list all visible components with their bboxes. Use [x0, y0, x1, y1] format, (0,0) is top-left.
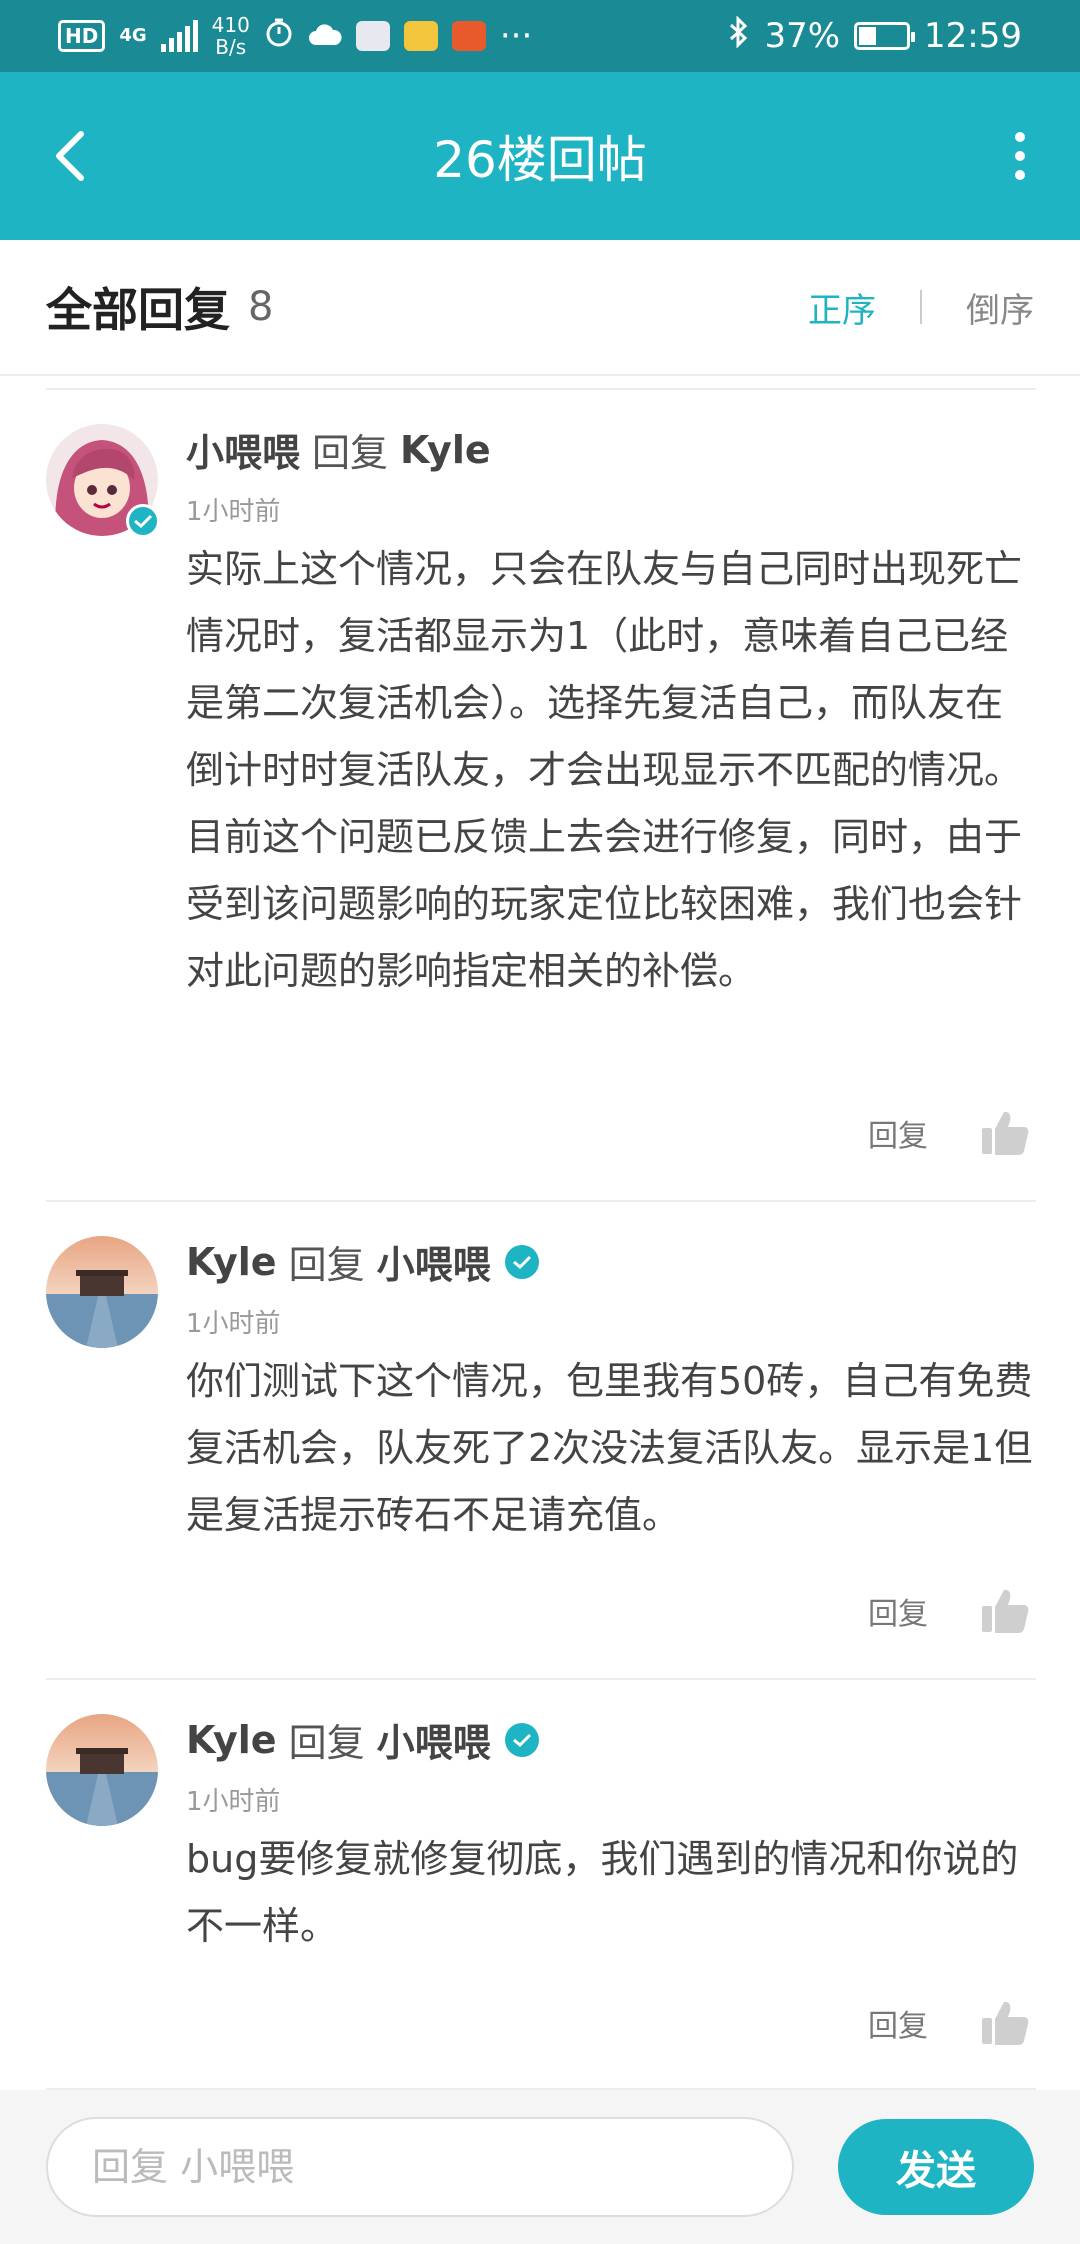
avatar[interactable]	[46, 1236, 158, 1348]
battery-icon	[854, 22, 916, 50]
more-dot-icon	[1015, 151, 1025, 161]
reply-target[interactable]: Kyle	[400, 428, 491, 472]
network-type: 4G	[119, 25, 147, 46]
comment-actions: 回复	[868, 1586, 1030, 1636]
comment-paragraph: 实际上这个情况，只会在队友与自己同时出现死亡情况时，复活都显示为1（此时，意味着…	[186, 547, 1023, 792]
reply-to-label: 回复	[288, 1243, 365, 1287]
comment-time: 1小时前	[186, 1309, 281, 1339]
comment-paragraph: 你们测试下这个情况，包里我有50砖，自己有免费复活机会，队友死了2次没法复活队友…	[186, 1359, 1033, 1537]
replies-title: 全部回复	[46, 283, 230, 337]
comment-paragraph: 目前这个问题已反馈上去会进行修复，同时，由于受到该问题影响的玩家定位比较困难，我…	[186, 815, 1023, 993]
comment-actions: 回复	[868, 1108, 1030, 1158]
comment-time: 1小时前	[186, 497, 281, 527]
speed-value: 410	[211, 13, 250, 37]
comment-actions: 回复	[868, 1998, 1030, 2048]
sort-ascending-button[interactable]: 正序	[808, 283, 876, 332]
pier-sunset-avatar-icon	[46, 1714, 158, 1826]
reply-target[interactable]: 小喂喂	[377, 1712, 491, 1767]
comment-item: Kyle 回复 小喂喂 1小时前 你们测试下这个情况，包里我有50砖，自己有免费…	[46, 1202, 1036, 1680]
bluetooth-icon	[728, 14, 750, 57]
comment-header: Kyle 回复 小喂喂	[186, 1712, 1036, 1767]
more-notifications-icon: ···	[499, 16, 533, 56]
cloud-icon	[308, 16, 342, 56]
comment-item: Kyle 回复 小喂喂 1小时前 bug要修复就修复彻底，我们遇到的情况和你说的…	[46, 1680, 1036, 2090]
pier-sunset-avatar-icon	[46, 1236, 158, 1348]
more-menu-button[interactable]	[1000, 116, 1040, 196]
network-speed: 410 B/s	[212, 14, 250, 58]
comment-item: 小喂喂 回复 Kyle 1小时前 实际上这个情况，只会在队友与自己同时出现死亡情…	[46, 390, 1036, 1202]
like-thumb-icon[interactable]	[980, 1998, 1030, 2048]
like-thumb-icon[interactable]	[980, 1586, 1030, 1636]
status-bar: HD 4G 410 B/s ··· 37% 12:59	[0, 0, 1080, 72]
comment-author[interactable]: Kyle	[186, 1240, 277, 1284]
sort-toggle: 正序 倒序	[808, 283, 1034, 332]
clock: 12:59	[924, 16, 1022, 56]
bank-notification-icon	[451, 21, 486, 51]
replies-header: 全部回复 8 正序 倒序	[0, 240, 1080, 376]
reply-target[interactable]: 小喂喂	[377, 1234, 491, 1289]
app-bar: 26楼回帖	[0, 72, 1080, 240]
reply-to-label: 回复	[312, 431, 389, 475]
app-notification-icon	[355, 21, 390, 51]
comment-header: Kyle 回复 小喂喂	[186, 1234, 1036, 1289]
speed-unit: B/s	[215, 35, 247, 59]
verified-badge-icon	[504, 1722, 539, 1757]
verified-badge-icon	[504, 1244, 539, 1279]
like-thumb-icon[interactable]	[980, 1108, 1030, 1158]
sort-descending-button[interactable]: 倒序	[966, 283, 1034, 332]
comment-body: bug要修复就修复彻底，我们遇到的情况和你说的不一样。	[186, 1826, 1036, 1960]
more-dot-icon	[1015, 132, 1025, 142]
back-button[interactable]	[40, 116, 100, 196]
comment-author[interactable]: 小喂喂	[186, 422, 300, 477]
reply-input[interactable]	[46, 2117, 794, 2217]
comment-author[interactable]: Kyle	[186, 1718, 277, 1762]
wallet-notification-icon	[403, 21, 438, 51]
verified-badge-icon	[126, 504, 160, 538]
comment-header: 小喂喂 回复 Kyle	[186, 422, 1036, 477]
comment-time: 1小时前	[186, 1787, 281, 1817]
back-arrow-icon	[56, 131, 84, 181]
signal-icon	[160, 20, 198, 52]
comment-body: 你们测试下这个情况，包里我有50砖，自己有免费复活机会，队友死了2次没法复活队友…	[186, 1348, 1036, 1549]
comment-body: 实际上这个情况，只会在队友与自己同时出现死亡情况时，复活都显示为1（此时，意味着…	[186, 536, 1036, 1005]
reply-composer: 发送	[0, 2090, 1080, 2244]
more-dot-icon	[1015, 170, 1025, 180]
timer-icon	[264, 16, 294, 56]
battery-fill	[859, 27, 877, 45]
sort-divider	[920, 290, 922, 324]
replies-count: 8	[248, 284, 274, 330]
reply-to-label: 回复	[288, 1721, 365, 1765]
reply-button[interactable]: 回复	[868, 1589, 928, 1633]
send-button[interactable]: 发送	[838, 2119, 1034, 2215]
page-title: 26楼回帖	[433, 131, 647, 189]
reply-button[interactable]: 回复	[868, 2001, 928, 2045]
avatar[interactable]	[46, 1714, 158, 1826]
comment-paragraph: bug要修复就修复彻底，我们遇到的情况和你说的不一样。	[186, 1837, 1019, 1948]
hd-icon: HD	[58, 20, 106, 52]
reply-button[interactable]: 回复	[868, 1111, 928, 1155]
comment-list: 小喂喂 回复 Kyle 1小时前 实际上这个情况，只会在队友与自己同时出现死亡情…	[46, 388, 1036, 2090]
battery-percent: 37%	[764, 16, 841, 56]
